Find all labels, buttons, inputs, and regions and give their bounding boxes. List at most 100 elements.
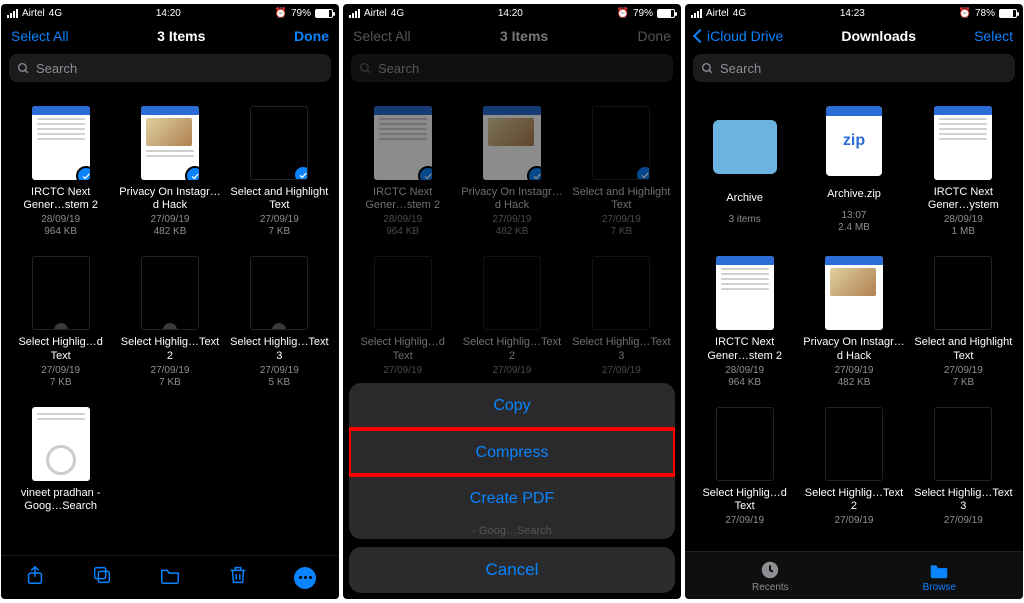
signal-bars-icon <box>349 9 360 18</box>
bottom-toolbar <box>1 555 339 599</box>
nav-title: 3 Items <box>500 28 548 44</box>
signal-bars-icon <box>691 9 702 18</box>
carrier-label: Airtel <box>706 8 729 19</box>
unselected-circle-icon <box>52 321 70 330</box>
status-bar: Airtel 4G 14:20 ⏰ 79% <box>1 4 339 22</box>
more-button[interactable] <box>294 567 316 589</box>
action-copy[interactable]: Copy <box>349 383 675 429</box>
nav-bar: Select All 3 Items Done <box>1 22 339 50</box>
carrier-label: Airtel <box>364 8 387 19</box>
action-compress[interactable]: Compress <box>349 429 675 475</box>
signal-bars-icon <box>7 9 18 18</box>
file-thumb <box>250 106 308 180</box>
file-item: Select Highlig…d Text 27/09/19 <box>349 256 456 376</box>
move-folder-button[interactable] <box>159 564 181 591</box>
sheet-peek-text: - Goog…Search <box>349 521 675 539</box>
trash-button[interactable] <box>227 564 249 591</box>
check-icon <box>293 165 308 180</box>
network-label: 4G <box>733 8 746 19</box>
folder-icon <box>713 120 777 174</box>
folder-item[interactable]: Archive 3 items <box>691 106 798 238</box>
file-thumb <box>934 256 992 330</box>
file-item: Select and Highlight Text 27/09/197 KB <box>568 106 675 238</box>
file-item[interactable]: zip Archive.zip 13:072.4 MB <box>800 106 907 238</box>
file-item[interactable]: IRCTC Next Gener…stem 2 28/09/19964 KB <box>7 106 114 238</box>
back-button[interactable]: iCloud Drive <box>695 28 783 44</box>
file-item[interactable]: Select and Highlight Text 27/09/197 KB <box>226 106 333 238</box>
check-icon <box>527 166 541 180</box>
file-item: Privacy On Instagr…d Hack 27/09/19482 KB <box>458 106 565 238</box>
battery-pct: 78% <box>975 8 995 19</box>
search-field[interactable]: Search <box>9 54 331 82</box>
status-bar: Airtel 4G 14:20 ⏰ 79% <box>343 4 681 22</box>
file-item[interactable]: Select Highlig…d Text 27/09/19 <box>691 407 798 527</box>
file-item[interactable]: IRCTC Next Gener…stem 2 28/09/19964 KB <box>691 256 798 388</box>
file-item[interactable]: Select Highlig…d Text 27/09/197 KB <box>7 256 114 388</box>
alarm-icon: ⏰ <box>275 8 287 19</box>
check-icon <box>635 165 650 180</box>
file-thumb <box>934 106 992 180</box>
tab-bar: Recents Browse <box>685 551 1023 599</box>
file-thumb <box>825 407 883 481</box>
file-thumb <box>592 256 650 330</box>
screen-select-mode: Airtel 4G 14:20 ⏰ 79% Select All 3 Items… <box>1 4 339 599</box>
clock-label: 14:20 <box>498 8 523 19</box>
battery-pct: 79% <box>291 8 311 19</box>
file-thumb <box>32 407 90 481</box>
file-thumb <box>250 256 308 330</box>
battery-pct: 79% <box>633 8 653 19</box>
search-field: Search <box>351 54 673 82</box>
nav-title: 3 Items <box>157 28 205 44</box>
screen-action-sheet: Airtel 4G 14:20 ⏰ 79% Select All 3 Items… <box>343 4 681 599</box>
search-field[interactable]: Search <box>693 54 1015 82</box>
check-icon <box>418 166 432 180</box>
file-item: Select Highlig…Text 2 27/09/19 <box>458 256 565 376</box>
select-all-button[interactable]: Select All <box>11 28 69 44</box>
share-button[interactable] <box>24 564 46 591</box>
folder-icon <box>928 559 950 581</box>
file-thumb <box>716 256 774 330</box>
action-create-pdf[interactable]: Create PDF <box>349 475 675 521</box>
network-label: 4G <box>391 8 404 19</box>
done-button[interactable]: Done <box>294 28 329 44</box>
nav-title: Downloads <box>841 28 916 44</box>
check-icon <box>185 166 199 180</box>
clock-icon <box>759 559 781 581</box>
file-item[interactable]: Select Highlig…Text 3 27/09/19 <box>910 407 1017 527</box>
file-item[interactable]: IRCTC Next Gener…ystem 28/09/191 MB <box>910 106 1017 238</box>
file-grid: Archive 3 items zip Archive.zip 13:072.4… <box>685 86 1023 527</box>
file-thumb <box>141 256 199 330</box>
file-item[interactable]: Select Highlig…Text 2 27/09/19 <box>800 407 907 527</box>
search-placeholder: Search <box>36 61 77 76</box>
file-item[interactable]: vineet pradhan - Goog…Search <box>7 407 114 513</box>
file-thumb <box>32 256 90 330</box>
duplicate-button[interactable] <box>91 564 113 591</box>
status-bar: Airtel 4G 14:23 ⏰ 78% <box>685 4 1023 22</box>
file-item[interactable]: Select Highlig…Text 3 27/09/195 KB <box>226 256 333 388</box>
tab-browse[interactable]: Browse <box>923 559 956 593</box>
check-icon <box>76 166 90 180</box>
file-item[interactable]: Select Highlig…Text 2 27/09/197 KB <box>116 256 223 388</box>
file-thumb <box>592 106 650 180</box>
search-icon <box>17 62 30 75</box>
alarm-icon: ⏰ <box>617 8 629 19</box>
file-thumb <box>141 106 199 180</box>
carrier-label: Airtel <box>22 8 45 19</box>
search-placeholder: Search <box>378 61 419 76</box>
file-thumb <box>32 106 90 180</box>
file-item[interactable]: Select and Highlight Text 27/09/197 KB <box>910 256 1017 388</box>
file-thumb <box>483 256 541 330</box>
tab-recents[interactable]: Recents <box>752 559 789 593</box>
select-button[interactable]: Select <box>974 28 1013 44</box>
nav-bar: Select All 3 Items Done <box>343 22 681 50</box>
clock-label: 14:23 <box>840 8 865 19</box>
unselected-circle-icon <box>270 321 288 330</box>
action-cancel[interactable]: Cancel <box>349 547 675 593</box>
unselected-circle-icon <box>161 321 179 330</box>
select-all-button: Select All <box>353 28 411 44</box>
file-thumb <box>716 407 774 481</box>
file-thumb <box>483 106 541 180</box>
zip-icon: zip <box>826 106 882 176</box>
file-item[interactable]: Privacy On Instagr…d Hack 27/09/19482 KB <box>116 106 223 238</box>
file-item[interactable]: Privacy On Instagr…d Hack 27/09/19482 KB <box>800 256 907 388</box>
